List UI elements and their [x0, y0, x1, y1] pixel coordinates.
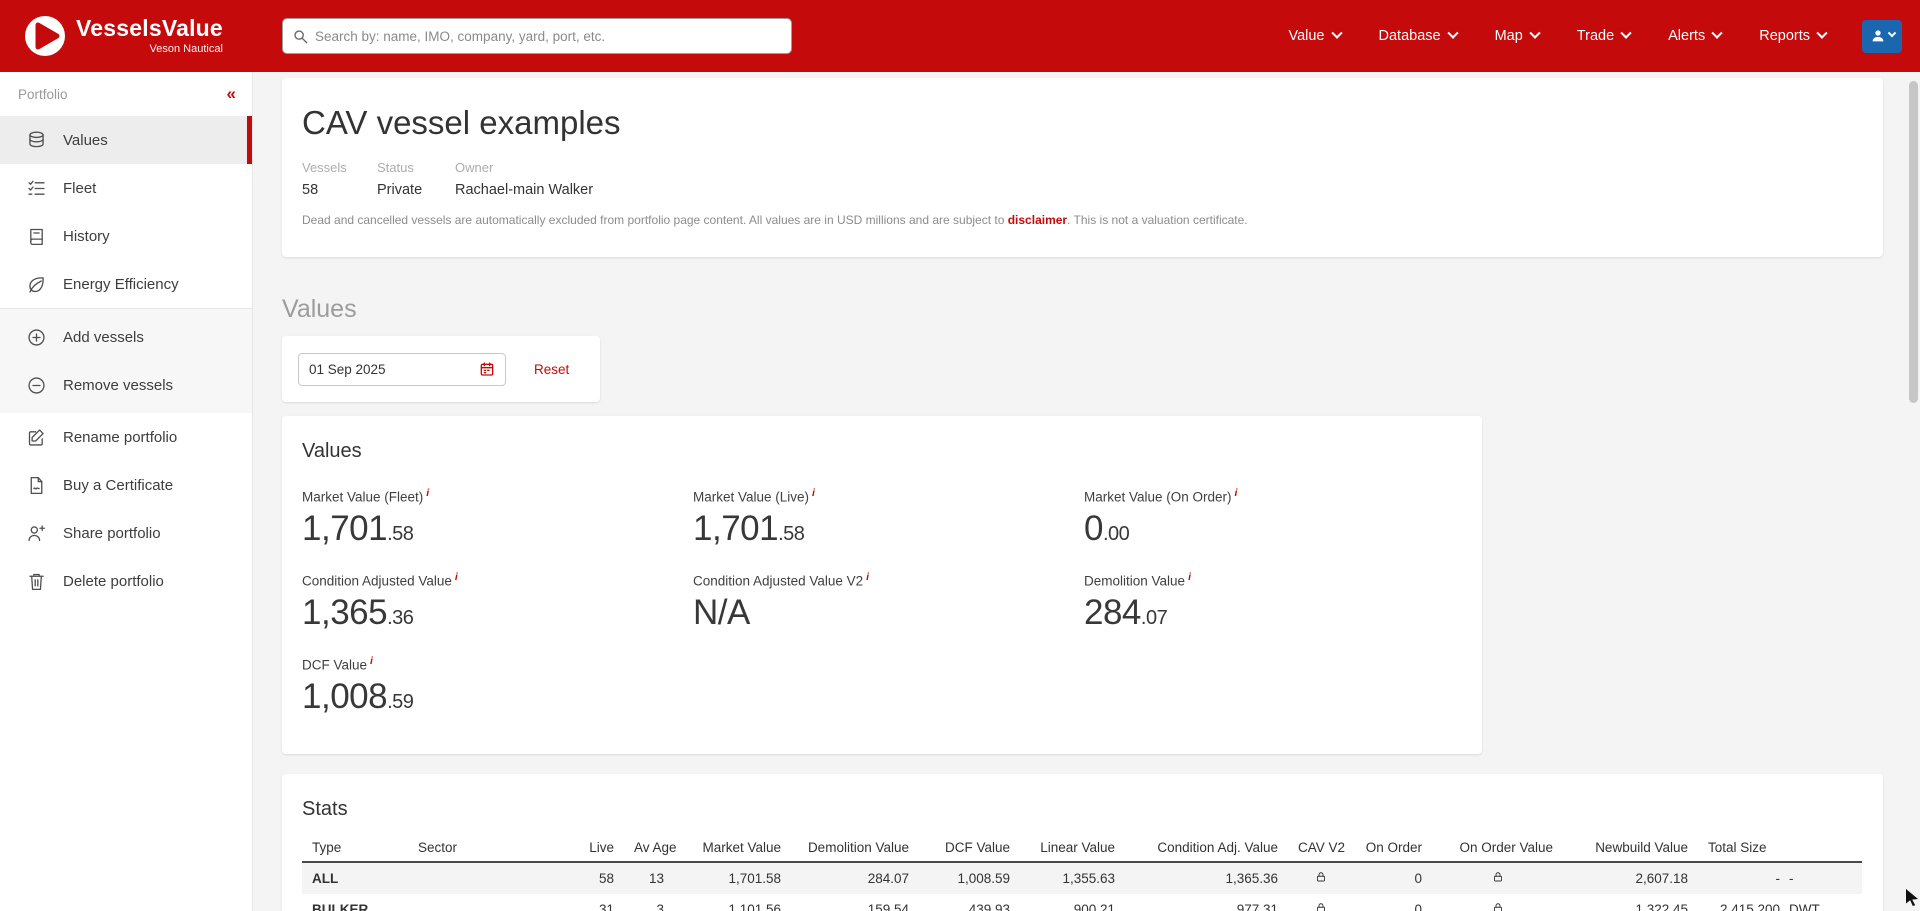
sidebar-item-history[interactable]: History: [0, 212, 252, 260]
person-plus-icon: [26, 523, 47, 544]
table-row-bulker[interactable]: BULKER 31 3 1,101.56 159.54 439.93 900.2…: [302, 894, 1862, 911]
info-icon[interactable]: i: [812, 487, 815, 499]
chevron-down-icon: [1887, 29, 1895, 37]
sidebar-item-label: Rename portfolio: [63, 429, 177, 446]
sidebar-item-label: History: [63, 228, 110, 245]
sidebar-item-label: Energy Efficiency: [63, 276, 179, 293]
plus-circle-icon: [26, 327, 47, 348]
metric-condition-adjusted-value: Condition Adjusted Valuei 1,365.36: [302, 571, 693, 638]
info-icon[interactable]: i: [426, 487, 429, 499]
metric-dcf-value: DCF Valuei 1,008.59: [302, 655, 693, 722]
portfolio-header-card: CAV vessel examples Vessels 58 Status Pr…: [282, 78, 1883, 257]
sidebar-item-energy-efficiency[interactable]: Energy Efficiency: [0, 260, 252, 308]
info-icon[interactable]: i: [455, 571, 458, 583]
sidebar-item-label: Remove vessels: [63, 377, 173, 394]
main-menu: Value Database Map Trade Alerts Reports: [1288, 28, 1826, 44]
sidebar-item-label: Fleet: [63, 180, 96, 197]
disclaimer-text: Dead and cancelled vessels are automatic…: [302, 213, 1863, 227]
nav-database[interactable]: Database: [1379, 28, 1457, 44]
sidebar-item-add-vessels[interactable]: Add vessels: [0, 313, 252, 361]
metric-market-value-on-order: Market Value (On Order)i 0.00: [1084, 487, 1475, 554]
nav-value[interactable]: Value: [1288, 28, 1340, 44]
info-icon[interactable]: i: [370, 655, 373, 667]
meta-status: Status Private: [377, 160, 455, 198]
coins-icon: [26, 130, 47, 151]
book-icon: [26, 226, 47, 247]
chevron-down-icon: [1331, 28, 1342, 39]
collapse-sidebar-icon[interactable]: «: [227, 84, 236, 104]
values-section-heading: Values: [282, 295, 1883, 324]
main-content: CAV vessel examples Vessels 58 Status Pr…: [282, 72, 1883, 911]
stats-card: Stats Type Sector Live Av Age Market Val…: [282, 774, 1883, 911]
sidebar-item-fleet[interactable]: Fleet: [0, 164, 252, 212]
meta-owner: Owner Rachael-main Walker: [455, 160, 593, 198]
chevron-down-icon: [1529, 28, 1540, 39]
stats-header-row: Type Sector Live Av Age Market Value Dem…: [302, 834, 1862, 862]
metric-market-value-fleet: Market Value (Fleet)i 1,701.58: [302, 487, 693, 554]
stats-table: Type Sector Live Av Age Market Value Dem…: [302, 834, 1862, 911]
nav-alerts[interactable]: Alerts: [1668, 28, 1721, 44]
stats-heading: Stats: [302, 798, 1863, 821]
metric-market-value-live: Market Value (Live)i 1,701.58: [693, 487, 1084, 554]
person-icon: [1870, 28, 1886, 44]
sidebar-item-remove-vessels[interactable]: Remove vessels: [0, 361, 252, 409]
chevron-down-icon: [1620, 28, 1631, 39]
sidebar-item-values[interactable]: Values: [0, 116, 252, 164]
sidebar-item-label: Values: [63, 132, 108, 149]
info-icon[interactable]: i: [866, 571, 869, 583]
certificate-icon: [26, 475, 47, 496]
portfolio-sidebar: Portfolio « Values Fleet History Energy …: [0, 72, 253, 911]
valuation-date-input[interactable]: [309, 362, 449, 377]
top-navbar: VesselsValue Veson Nautical Value Databa…: [0, 0, 1920, 72]
info-icon[interactable]: i: [1188, 571, 1191, 583]
minus-circle-icon: [26, 375, 47, 396]
search-input[interactable]: [315, 29, 781, 44]
user-menu-button[interactable]: [1862, 20, 1902, 53]
sidebar-item-delete-portfolio[interactable]: Delete portfolio: [0, 557, 252, 605]
trash-icon: [26, 571, 47, 592]
chevron-down-icon: [1712, 28, 1723, 39]
sidebar-item-buy-certificate[interactable]: Buy a Certificate: [0, 461, 252, 509]
values-card-heading: Values: [302, 440, 1462, 463]
sidebar-item-label: Delete portfolio: [63, 573, 164, 590]
brand-name: VesselsValue: [76, 17, 223, 40]
sidebar-item-label: Add vessels: [63, 329, 144, 346]
metric-condition-adjusted-value-v2: Condition Adjusted Value V2i N/A: [693, 571, 1084, 638]
info-icon[interactable]: i: [1235, 487, 1238, 499]
lock-icon: [1315, 872, 1327, 887]
disclaimer-link[interactable]: disclaimer: [1008, 213, 1067, 227]
sidebar-item-label: Buy a Certificate: [63, 477, 173, 494]
edit-icon: [26, 427, 47, 448]
brand-subtitle: Veson Nautical: [76, 44, 223, 55]
sidebar-item-share-portfolio[interactable]: Share portfolio: [0, 509, 252, 557]
valuation-date-field[interactable]: [298, 353, 506, 386]
values-summary-card: Values Market Value (Fleet)i 1,701.58 Ma…: [282, 416, 1482, 754]
calendar-icon[interactable]: [479, 361, 495, 377]
checklist-icon: [26, 178, 47, 199]
global-search: [282, 18, 792, 54]
sidebar-item-rename-portfolio[interactable]: Rename portfolio: [0, 413, 252, 461]
nav-reports[interactable]: Reports: [1759, 28, 1826, 44]
page-scrollbar-thumb[interactable]: [1909, 81, 1918, 403]
page-title: CAV vessel examples: [302, 102, 1863, 144]
chevron-down-icon: [1816, 28, 1827, 39]
leaf-icon: [26, 274, 47, 295]
brand-logo[interactable]: VesselsValue Veson Nautical: [0, 15, 250, 57]
search-icon: [293, 29, 308, 44]
table-row-all[interactable]: ALL 58 13 1,701.58 284.07 1,008.59 1,355…: [302, 862, 1862, 894]
mouse-cursor: [1905, 889, 1919, 911]
meta-vessels: Vessels 58: [302, 160, 377, 198]
lock-icon: [1315, 903, 1327, 911]
lock-icon: [1492, 903, 1504, 911]
values-filter-card: Reset: [282, 336, 600, 402]
metric-demolition-value: Demolition Valuei 284.07: [1084, 571, 1475, 638]
chevron-down-icon: [1447, 28, 1458, 39]
sidebar-title: Portfolio: [18, 87, 68, 102]
reset-button[interactable]: Reset: [534, 362, 569, 377]
nav-map[interactable]: Map: [1495, 28, 1539, 44]
sidebar-item-label: Share portfolio: [63, 525, 161, 542]
lock-icon: [1492, 872, 1504, 887]
nav-trade[interactable]: Trade: [1577, 28, 1630, 44]
vesselsvalue-logo-icon: [24, 15, 66, 57]
